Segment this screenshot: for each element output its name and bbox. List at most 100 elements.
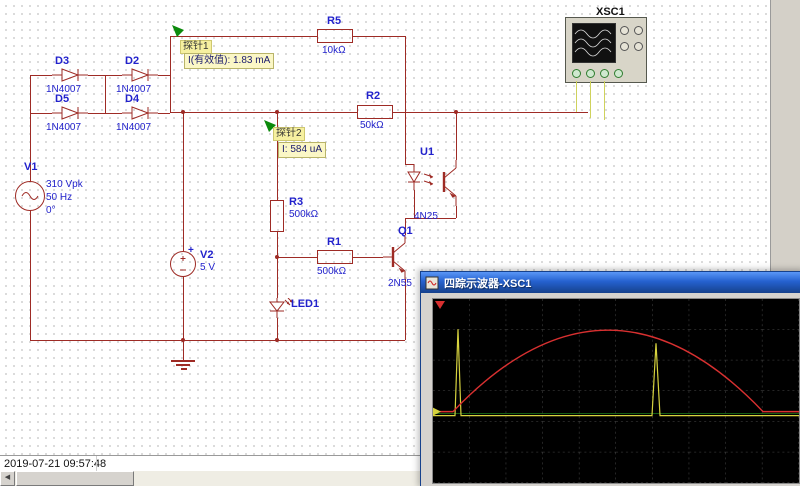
value-v1-phase: 0° [46, 205, 56, 216]
resistor-r1[interactable] [317, 250, 353, 264]
probe1-arrow-icon[interactable] [172, 25, 185, 38]
wire-segment[interactable] [88, 113, 122, 114]
label-r5: R5 [327, 15, 341, 27]
label-v1: V1 [24, 161, 37, 173]
label-r1: R1 [327, 236, 341, 248]
instrument-channel-terminal[interactable] [572, 69, 581, 78]
label-d2: D2 [125, 55, 139, 67]
diode-d4[interactable] [122, 106, 158, 120]
transistor-q1[interactable] [383, 235, 413, 279]
scrollbar-thumb[interactable] [16, 471, 134, 486]
instrument-channel-terminal[interactable] [600, 69, 609, 78]
value-u1: 4N25 [414, 211, 438, 222]
window-title: 四踪示波器-XSC1 [444, 275, 531, 291]
value-r1: 500kΩ [317, 266, 346, 277]
wire-segment[interactable] [158, 75, 170, 76]
wire-segment[interactable] [170, 36, 318, 37]
wire-segment[interactable] [170, 36, 171, 113]
wire-segment[interactable] [277, 232, 278, 298]
label-d5: D5 [55, 93, 69, 105]
optocoupler-u1[interactable] [400, 160, 464, 212]
instrument-wire[interactable] [590, 81, 591, 118]
probe1-readout[interactable]: I(有效值): 1.83 mA [184, 53, 274, 69]
scope-plot [433, 299, 799, 483]
instrument-terminal[interactable] [620, 26, 629, 35]
resistor-r5[interactable] [317, 29, 353, 43]
value-d5: 1N4007 [46, 122, 81, 133]
probe2-name[interactable]: 探针2 [273, 127, 305, 141]
value-r5: 10kΩ [322, 45, 346, 56]
ground-symbol [176, 364, 190, 366]
value-d4: 1N4007 [116, 122, 151, 133]
wire-segment[interactable] [30, 340, 405, 341]
label-led1: LED1 [291, 298, 319, 310]
resistor-r2[interactable] [357, 105, 393, 119]
wire-segment[interactable] [105, 75, 106, 113]
wire-segment[interactable] [158, 113, 170, 114]
window-titlebar[interactable]: 四踪示波器-XSC1 [421, 272, 800, 293]
instrument-mini-screen [572, 23, 616, 63]
mini-waveform-icon [573, 24, 615, 62]
probe1-name[interactable]: 探针1 [180, 40, 212, 54]
instrument-wire[interactable] [576, 81, 577, 112]
wire-segment[interactable] [30, 75, 52, 76]
wire-segment[interactable] [30, 113, 52, 114]
instrument-channel-terminal[interactable] [586, 69, 595, 78]
junction-dot [275, 255, 279, 259]
label-d4: D4 [125, 93, 139, 105]
diode-d3[interactable] [52, 68, 88, 82]
wire-segment[interactable] [30, 75, 31, 113]
led-led1[interactable] [266, 298, 294, 318]
scroll-left-button[interactable]: ◀ [0, 471, 15, 486]
timestamp-text: 2019-07-21 09:57:48 [4, 458, 106, 470]
ground-symbol [181, 368, 187, 370]
label-q1: Q1 [398, 225, 413, 237]
junction-dot [454, 110, 458, 114]
wire-segment[interactable] [277, 318, 278, 340]
value-v2: 5 V [200, 262, 215, 273]
wire-segment[interactable] [352, 36, 405, 37]
wire-segment[interactable] [405, 36, 406, 164]
column-divider [96, 456, 97, 472]
oscilloscope-window[interactable]: 四踪示波器-XSC1 [420, 271, 800, 486]
wire-segment[interactable] [183, 277, 184, 340]
v2-polarity: + [188, 245, 194, 256]
ground-symbol[interactable] [171, 360, 195, 362]
junction-dot [181, 110, 185, 114]
wire-segment[interactable] [183, 340, 184, 360]
instrument-channel-terminal[interactable] [614, 69, 623, 78]
wire-segment[interactable] [170, 112, 358, 113]
wire-segment[interactable] [352, 257, 383, 258]
wire-segment[interactable] [30, 210, 31, 340]
wire-segment[interactable] [277, 257, 318, 258]
multisim-workspace: D3 1N4007 D2 1N4007 D5 1N4007 D4 1N4007 … [0, 0, 800, 486]
scope-grid [433, 299, 799, 483]
value-v1-amplitude: 310 Vpk [46, 179, 83, 190]
diode-d2[interactable] [122, 68, 158, 82]
sine-icon [16, 182, 44, 210]
value-r3: 500kΩ [289, 209, 318, 220]
instrument-terminal[interactable] [634, 42, 643, 51]
diode-d5[interactable] [52, 106, 88, 120]
scope-screen [432, 298, 800, 484]
label-u1: U1 [420, 146, 434, 158]
ac-source-v1[interactable] [15, 181, 45, 211]
resistor-r3[interactable] [270, 200, 284, 232]
junction-dot [275, 110, 279, 114]
value-v1-frequency: 50 Hz [46, 192, 72, 203]
junction-dot [181, 338, 185, 342]
value-q1: 2N55 [388, 278, 412, 289]
junction-dot [275, 338, 279, 342]
instrument-terminal[interactable] [620, 42, 629, 51]
label-r2: R2 [366, 90, 380, 102]
instrument-terminal[interactable] [634, 26, 643, 35]
wire-segment[interactable] [392, 112, 588, 113]
probe2-readout[interactable]: I: 584 uA [278, 142, 326, 158]
wire-segment[interactable] [183, 112, 184, 251]
wire-segment[interactable] [456, 112, 457, 160]
right-panel-edge [770, 0, 800, 272]
instrument-wire[interactable] [604, 81, 605, 120]
value-r2: 50kΩ [360, 120, 384, 131]
label-r3: R3 [289, 196, 303, 208]
oscilloscope-window-icon [425, 276, 439, 290]
